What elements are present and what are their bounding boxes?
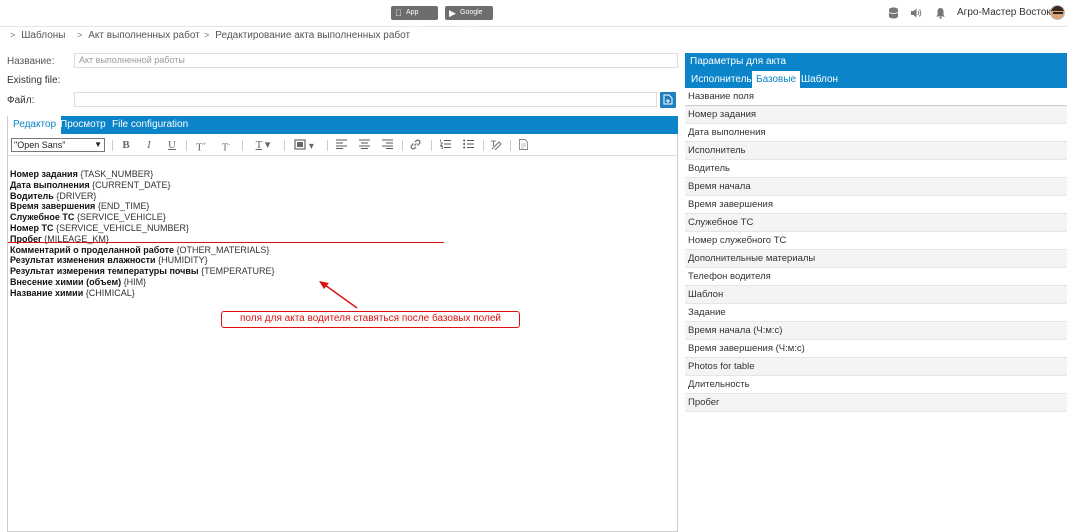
content-line: Время завершения {END_TIME}: [10, 201, 150, 212]
content-line: Название химии {CHIMICAL}: [10, 287, 135, 298]
params-tabs: Исполнитель Базовые Шаблон: [685, 70, 1067, 88]
toolbar-divider: [327, 140, 328, 151]
params-panel-title: Параметры для акта: [685, 53, 1067, 70]
list-item[interactable]: Длительность: [685, 376, 1067, 394]
toolbar-divider: [284, 140, 285, 151]
upload-file-button[interactable]: [660, 92, 676, 108]
list-item[interactable]: Время начала (Ч:м:с): [685, 322, 1067, 340]
column-header: Название поля: [685, 88, 1067, 106]
underline-icon[interactable]: U: [167, 139, 177, 152]
list-item[interactable]: Photos for table: [685, 358, 1067, 376]
list-item[interactable]: Дата выполнения: [685, 124, 1067, 142]
existing-file-label: Existing file:: [7, 75, 61, 86]
toolbar-divider: [402, 140, 403, 151]
chevron-down-icon: ▼: [94, 140, 102, 149]
toolbar-divider: [112, 140, 113, 151]
content-line: Комментарий о проделанной работе {OTHER_…: [10, 244, 270, 255]
file-label: Файл:: [7, 95, 35, 106]
tab-basic[interactable]: Базовые: [752, 71, 801, 88]
breadcrumb: > Шаблоны > Акт выполненных работ > Редакти…: [0, 27, 1067, 44]
annotation-callout: поля для акта водителя ставяться после б…: [221, 311, 520, 328]
params-panel: Параметры для акта Исполнитель Базовые Ш…: [685, 53, 1067, 532]
tab-editor[interactable]: Редактор: [7, 116, 62, 134]
list-item[interactable]: Водитель: [685, 160, 1067, 178]
font-family-value: "Open Sans": [14, 140, 66, 150]
breadcrumb-item[interactable]: > Шаблоны: [10, 30, 66, 41]
volume-icon[interactable]: [910, 7, 922, 19]
breadcrumb-item[interactable]: > Акт выполненных работ: [77, 30, 200, 41]
font-size-up-icon[interactable]: T+: [194, 139, 208, 154]
user-name[interactable]: Агро-Мастер Восток: [957, 7, 1051, 18]
tab-executor[interactable]: Исполнитель: [687, 71, 756, 88]
list-item[interactable]: Номер задания: [685, 106, 1067, 124]
content-line: Водитель {DRIVER}: [10, 190, 97, 201]
breadcrumb-item: > Редактирование акта выполненных работ: [204, 30, 411, 41]
font-family-select[interactable]: "Open Sans" ▼: [11, 138, 105, 152]
content-line: Служебное ТС {SERVICE_VEHICLE}: [10, 212, 166, 223]
bold-icon[interactable]: B: [121, 139, 131, 152]
content-line: Результат измерения температуры почвы {T…: [10, 266, 275, 277]
google-play-badge[interactable]: ▶ Google Play: [445, 6, 493, 30]
text-color-icon[interactable]: T ▾: [250, 139, 276, 152]
name-label: Название:: [7, 56, 55, 67]
editor-tabs: Редактор Просмотр File configuration: [7, 116, 678, 134]
unordered-list-icon[interactable]: [462, 139, 474, 152]
list-item[interactable]: Время завершения (Ч:м:с): [685, 340, 1067, 358]
font-size-down-icon[interactable]: T-: [219, 139, 233, 153]
list-item[interactable]: Служебное ТС: [685, 214, 1067, 232]
content-line: Внесение химии (объем) {HIM}: [10, 276, 147, 287]
italic-icon[interactable]: I: [144, 139, 154, 152]
source-code-icon[interactable]: [517, 139, 529, 152]
annotation-underline: [8, 242, 444, 243]
chevron-right-icon: >: [204, 30, 210, 40]
chevron-right-icon: >: [10, 30, 16, 40]
background-color-icon[interactable]: ▾: [291, 139, 317, 152]
chevron-right-icon: >: [77, 30, 83, 40]
editor-content[interactable]: Номер задания {TASK_NUMBER} Дата выполне…: [10, 169, 275, 299]
align-left-icon[interactable]: [335, 139, 347, 152]
name-input[interactable]: Акт выполненной работы: [74, 53, 678, 68]
play-icon: ▶: [449, 8, 456, 18]
toolbar-divider: [431, 140, 432, 151]
apple-icon: : [395, 6, 402, 20]
clear-format-icon[interactable]: [490, 139, 502, 152]
avatar[interactable]: [1050, 5, 1065, 20]
align-center-icon[interactable]: [358, 139, 370, 152]
list-item[interactable]: Шаблон: [685, 286, 1067, 304]
content-line: Результат изменения влажности {HUMIDITY}: [10, 255, 208, 266]
database-icon[interactable]: [887, 7, 899, 19]
link-icon[interactable]: [409, 139, 421, 152]
list-item[interactable]: Задание: [685, 304, 1067, 322]
tab-preview[interactable]: Просмотр: [55, 116, 111, 134]
content-line: Дата выполнения {CURRENT_DATE}: [10, 179, 171, 190]
editor-toolbar: "Open Sans" ▼ B I U T+ T- T ▾ ▾: [8, 135, 677, 156]
tab-file-configuration[interactable]: File configuration: [107, 116, 193, 134]
params-field-list: Название поля Номер задания Дата выполне…: [685, 88, 1067, 412]
toolbar-divider: [186, 140, 187, 151]
content-line: Номер ТС {SERVICE_VEHICLE_NUMBER}: [10, 222, 189, 233]
list-item[interactable]: Пробег: [685, 394, 1067, 412]
content-line: Номер задания {TASK_NUMBER}: [10, 169, 154, 179]
top-header:  App Store ▶ Google Play Агро-Мастер Во…: [0, 0, 1067, 30]
app-store-badge[interactable]:  App Store: [391, 6, 438, 30]
list-item[interactable]: Дополнительные материалы: [685, 250, 1067, 268]
list-item[interactable]: Время начала: [685, 178, 1067, 196]
file-input[interactable]: [74, 92, 657, 107]
list-item[interactable]: Исполнитель: [685, 142, 1067, 160]
file-upload-icon: [663, 94, 673, 105]
bell-icon[interactable]: [934, 7, 946, 19]
list-item[interactable]: Номер служебного ТС: [685, 232, 1067, 250]
tab-template[interactable]: Шаблон: [797, 71, 842, 88]
toolbar-divider: [242, 140, 243, 151]
toolbar-divider: [483, 140, 484, 151]
toolbar-divider: [510, 140, 511, 151]
list-item[interactable]: Телефон водителя: [685, 268, 1067, 286]
align-right-icon[interactable]: [381, 139, 393, 152]
list-item[interactable]: Время завершения: [685, 196, 1067, 214]
ordered-list-icon[interactable]: [439, 139, 451, 152]
